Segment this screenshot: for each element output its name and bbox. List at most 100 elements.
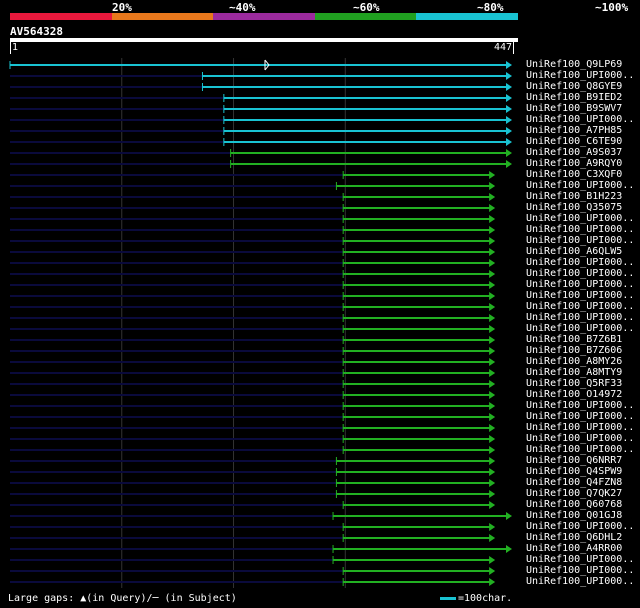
hit-arrow-icon [506, 160, 512, 168]
hit-label-link[interactable]: UniRef100_A8MY26 [526, 356, 638, 367]
hit-arrow-icon [506, 127, 512, 135]
hit-label-link[interactable]: UniRef100_UPI000.. [526, 565, 638, 576]
hit-arrow-icon [506, 545, 512, 553]
hit-label-link[interactable]: UniRef100_Q7QK27 [526, 488, 638, 499]
hit-label-link[interactable]: UniRef100_UPI000.. [526, 554, 638, 565]
hit-arrow-icon [489, 358, 496, 366]
hit-arrow-icon [489, 336, 496, 344]
hit-label-link[interactable]: UniRef100_UPI000.. [526, 257, 638, 268]
hit-label-link[interactable]: UniRef100_UPI000.. [526, 70, 638, 81]
hit-label-link[interactable]: UniRef100_Q01GJ8 [526, 510, 638, 521]
hit-label-link[interactable]: UniRef100_B7Z606 [526, 345, 638, 356]
scale-swatch [440, 596, 456, 600]
hit-arrow-icon [489, 182, 496, 190]
scale-key-label: =100char. [458, 593, 513, 604]
hit-arrow-icon [489, 193, 496, 201]
hit-arrow-icon [506, 149, 512, 157]
hit-arrow-icon [489, 490, 496, 498]
hit-arrow-icon [506, 138, 512, 146]
hit-arrow-icon [489, 523, 496, 531]
hit-label-link[interactable]: UniRef100_UPI000.. [526, 521, 638, 532]
hit-label-link[interactable]: UniRef100_UPI000.. [526, 301, 638, 312]
hit-label-link[interactable]: UniRef100_UPI000.. [526, 235, 638, 246]
hit-arrow-icon [489, 303, 496, 311]
hit-arrow-icon [489, 468, 496, 476]
hit-arrow-icon [489, 457, 496, 465]
hit-arrow-icon [489, 171, 496, 179]
hit-arrow-icon [489, 435, 496, 443]
hit-arrow-icon [489, 281, 496, 289]
hit-label-link[interactable]: UniRef100_UPI000.. [526, 279, 638, 290]
hit-label-link[interactable]: UniRef100_UPI000.. [526, 323, 638, 334]
hit-arrow-icon [489, 204, 496, 212]
hit-label-link[interactable]: UniRef100_A8MTY9 [526, 367, 638, 378]
hit-arrow-icon [489, 424, 496, 432]
hit-arrow-icon [489, 248, 496, 256]
hit-label-link[interactable]: UniRef100_Q35075 [526, 202, 638, 213]
hit-label-link[interactable]: UniRef100_Q6DHL2 [526, 532, 638, 543]
hit-arrow-icon [489, 215, 496, 223]
hit-arrow-icon [489, 567, 496, 575]
hit-label-link[interactable]: UniRef100_UPI000.. [526, 422, 638, 433]
hit-arrow-icon [489, 369, 496, 377]
hit-label-link[interactable]: UniRef100_UPI000.. [526, 290, 638, 301]
hit-label-link[interactable]: UniRef100_B9IED2 [526, 92, 638, 103]
hit-arrow-icon [489, 380, 496, 388]
hit-arrow-icon [489, 259, 496, 267]
hit-label-link[interactable]: UniRef100_UPI000.. [526, 400, 638, 411]
hit-arrow-icon [506, 72, 512, 80]
hit-arrow-icon [489, 446, 496, 454]
hit-arrow-icon [489, 270, 496, 278]
hit-arrow-icon [506, 94, 512, 102]
hit-arrow-icon [506, 512, 512, 520]
hit-arrow-icon [489, 578, 496, 586]
hit-arrow-icon [489, 413, 496, 421]
hit-label-link[interactable]: UniRef100_Q5RF33 [526, 378, 638, 389]
hit-label-link[interactable]: UniRef100_A4RR00 [526, 543, 638, 554]
hit-label-link[interactable]: UniRef100_UPI000.. [526, 268, 638, 279]
hit-label-link[interactable]: UniRef100_B1H223 [526, 191, 638, 202]
hit-label-link[interactable]: UniRef100_UPI000.. [526, 433, 638, 444]
hit-arrow-icon [489, 391, 496, 399]
hit-arrow-icon [506, 83, 512, 91]
hit-arrow-icon [489, 402, 496, 410]
hit-arrow-icon [506, 116, 512, 124]
hit-label-link[interactable]: UniRef100_O14972 [526, 389, 638, 400]
hit-label-link[interactable]: UniRef100_Q4FZN8 [526, 477, 638, 488]
hit-label-link[interactable]: UniRef100_A6QLW5 [526, 246, 638, 257]
hit-label-link[interactable]: UniRef100_B7Z6B1 [526, 334, 638, 345]
hit-label-link[interactable]: UniRef100_UPI000.. [526, 576, 638, 587]
hit-arrow-icon [489, 325, 496, 333]
hit-label-link[interactable]: UniRef100_UPI000.. [526, 114, 638, 125]
hit-label-link[interactable]: UniRef100_UPI000.. [526, 411, 638, 422]
hit-label-link[interactable]: UniRef100_A7PH85 [526, 125, 638, 136]
hit-arrow-icon [489, 556, 496, 564]
hit-arrow-icon [489, 237, 496, 245]
hit-label-link[interactable]: UniRef100_Q6NRR7 [526, 455, 638, 466]
hit-arrow-icon [489, 479, 496, 487]
hit-arrow-icon [489, 534, 496, 542]
hit-arrow-icon [489, 292, 496, 300]
hit-label-link[interactable]: UniRef100_UPI000.. [526, 312, 638, 323]
hit-arrow-icon [489, 347, 496, 355]
hit-label-link[interactable]: UniRef100_A9S037 [526, 147, 638, 158]
hit-label-link[interactable]: UniRef100_B9SWV7 [526, 103, 638, 114]
hit-label-link[interactable]: UniRef100_Q8GYE9 [526, 81, 638, 92]
hit-label-link[interactable]: UniRef100_A9RQY0 [526, 158, 638, 169]
hit-label-link[interactable]: UniRef100_Q4SPW9 [526, 466, 638, 477]
gaps-legend: Large gaps: ▲(in Query)/─ (in Subject) [8, 593, 237, 604]
hit-arrow-icon [489, 501, 496, 509]
hit-label-link[interactable]: UniRef100_Q9LP69 [526, 59, 638, 70]
hit-label-link[interactable]: UniRef100_C6TE90 [526, 136, 638, 147]
hit-label-link[interactable]: UniRef100_UPI000.. [526, 180, 638, 191]
hit-label-link[interactable]: UniRef100_UPI000.. [526, 213, 638, 224]
hit-label-link[interactable]: UniRef100_UPI000.. [526, 444, 638, 455]
hit-arrow-icon [489, 314, 496, 322]
hit-arrow-icon [506, 61, 512, 69]
hit-label-link[interactable]: UniRef100_Q60768 [526, 499, 638, 510]
hit-label-link[interactable]: UniRef100_C3XQF0 [526, 169, 638, 180]
scale-key: =100char. [440, 593, 512, 604]
hit-label-link[interactable]: UniRef100_UPI000.. [526, 224, 638, 235]
hit-arrow-icon [506, 105, 512, 113]
hit-arrow-icon [489, 226, 496, 234]
